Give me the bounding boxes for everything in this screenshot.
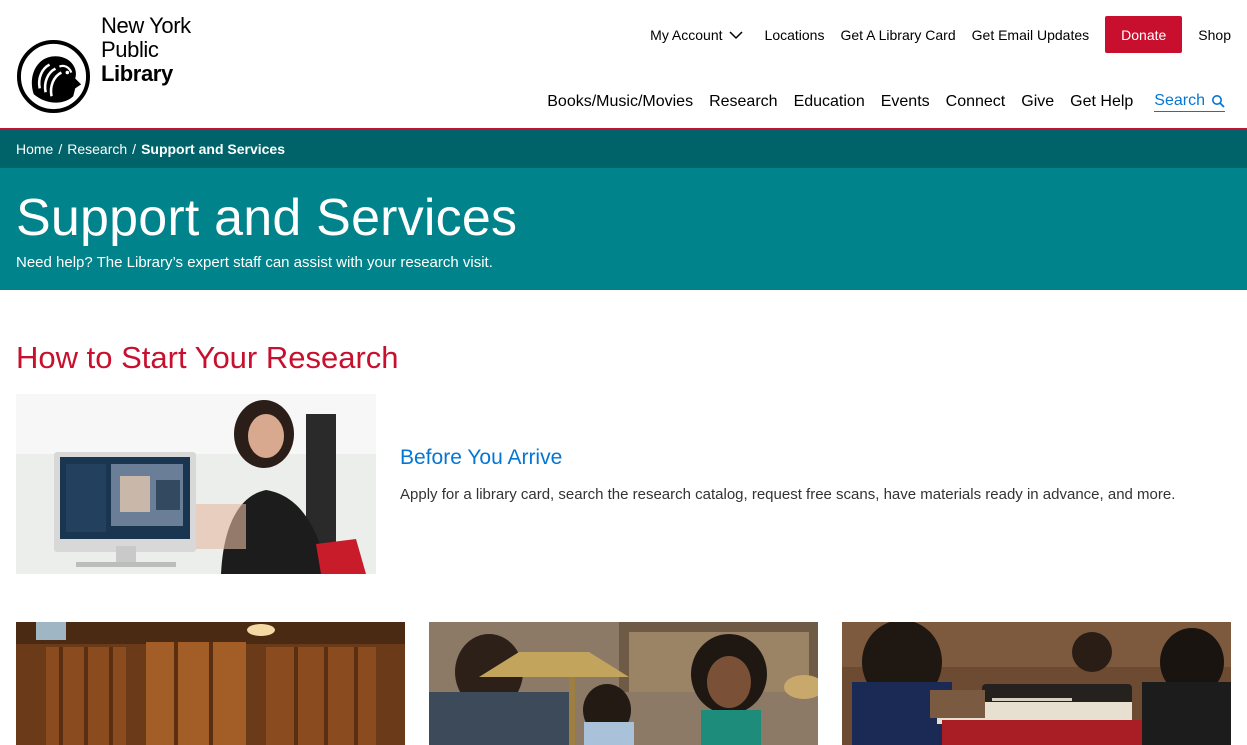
feature-image[interactable] <box>16 394 376 574</box>
breadcrumb-research[interactable]: Research <box>67 141 127 157</box>
nav-events[interactable]: Events <box>881 93 930 111</box>
card-image-researchers[interactable] <box>429 622 818 745</box>
page-subtitle: Need help? The Library’s expert staff ca… <box>16 254 493 271</box>
nav-books-music-movies[interactable]: Books/Music/Movies <box>547 93 693 111</box>
reading-room-image <box>16 622 405 745</box>
breadcrumb-separator: / <box>58 141 63 157</box>
logo-line-2: Public <box>101 37 159 62</box>
lion-logo-icon <box>16 39 91 114</box>
breadcrumb-home[interactable]: Home <box>16 141 53 157</box>
breadcrumb: Home / Research / Support and Services <box>0 130 1247 168</box>
card-row <box>16 622 1231 745</box>
logo-line-1: New York <box>101 13 191 38</box>
chevron-down-icon <box>729 30 743 39</box>
feature-card-body: Before You Arrive Apply for a library ca… <box>400 446 1175 503</box>
feature-description: Apply for a library card, search the res… <box>400 486 1176 503</box>
my-account-button[interactable]: My Account <box>650 26 743 43</box>
email-updates-link[interactable]: Get Email Updates <box>972 27 1090 43</box>
main-nav: Books/Music/Movies Research Education Ev… <box>547 92 1225 112</box>
card-image-reading-room[interactable] <box>16 622 405 745</box>
nav-get-help[interactable]: Get Help <box>1070 93 1133 111</box>
logo-wordmark: New York Public Library <box>101 14 191 86</box>
feature-title-link[interactable]: Before You Arrive <box>400 446 1175 470</box>
section-title: How to Start Your Research <box>16 340 399 375</box>
search-label: Search <box>1154 92 1205 109</box>
study-books-image <box>842 622 1231 745</box>
shop-link[interactable]: Shop <box>1198 27 1231 43</box>
my-account-label: My Account <box>650 26 723 43</box>
search-button[interactable]: Search <box>1154 92 1225 112</box>
donate-button[interactable]: Donate <box>1105 16 1183 53</box>
logo-line-3: Library <box>101 61 173 86</box>
hero-banner: Support and Services Need help? The Libr… <box>0 168 1247 290</box>
locations-link[interactable]: Locations <box>765 27 825 43</box>
researchers-table-image <box>429 622 818 745</box>
card-image-study-books[interactable] <box>842 622 1231 745</box>
page-title: Support and Services <box>16 189 518 247</box>
search-icon <box>1212 95 1225 108</box>
nav-connect[interactable]: Connect <box>946 93 1006 111</box>
library-card-link[interactable]: Get A Library Card <box>840 27 955 43</box>
researcher-at-computer-image <box>16 394 376 574</box>
nypl-logo-link[interactable]: New York Public Library <box>16 14 196 114</box>
breadcrumb-separator: / <box>132 141 137 157</box>
nav-research[interactable]: Research <box>709 93 777 111</box>
breadcrumb-current: Support and Services <box>141 141 285 157</box>
nav-give[interactable]: Give <box>1021 93 1054 111</box>
utility-nav: My Account Locations Get A Library Card … <box>650 16 1231 53</box>
site-header: New York Public Library My Account Locat… <box>0 0 1247 128</box>
nav-education[interactable]: Education <box>794 93 865 111</box>
